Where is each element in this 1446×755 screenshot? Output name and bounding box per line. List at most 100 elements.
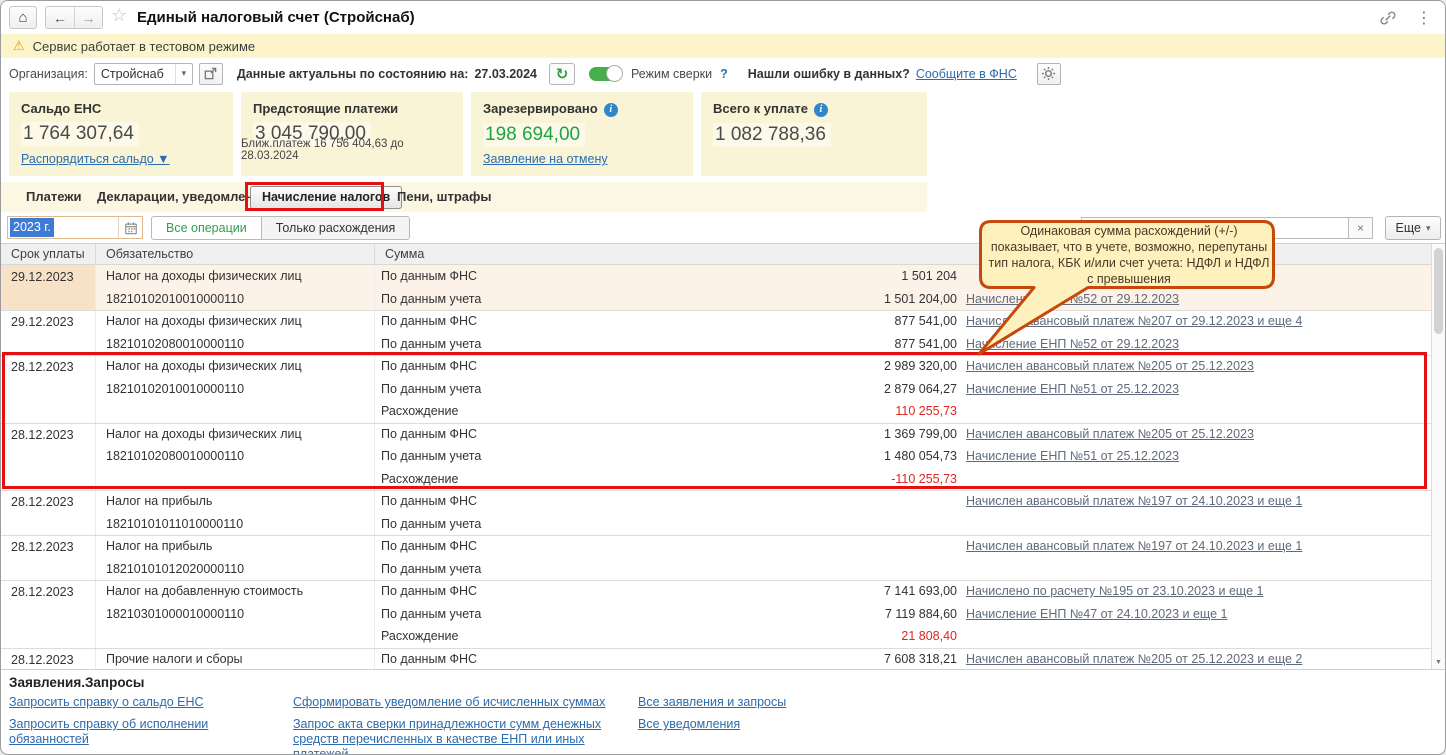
- segment-all-operations[interactable]: Все операции: [151, 216, 262, 240]
- segment-only-differences[interactable]: Только расхождения: [260, 216, 411, 240]
- obligation-empty-cell[interactable]: [96, 625, 375, 648]
- document-link[interactable]: Начислен авансовый платеж №205 от 25.12.…: [966, 355, 1254, 377]
- home-button[interactable]: ⌂: [9, 6, 37, 29]
- due-date-cell[interactable]: 28.12.2023: [1, 355, 96, 423]
- table-row-group[interactable]: 28.12.2023 Налог на прибыль По данным ФНС Н…: [1, 535, 1431, 580]
- footer-link[interactable]: Запросить справку о сальдо ЕНС: [9, 695, 279, 710]
- document-link[interactable]: Начислен авансовый платеж №207 от 29.12.…: [966, 310, 1302, 332]
- amount-cell[interactable]: По данным ФНС Начислен авансовый платеж №…: [375, 535, 1431, 558]
- calendar-icon-button[interactable]: [118, 217, 142, 238]
- help-question-icon[interactable]: ?: [720, 67, 728, 81]
- table-row-group[interactable]: 28.12.2023 Налог на доходы физических лиц…: [1, 422, 1431, 491]
- kbk-code-cell[interactable]: 18210101012020000110: [96, 557, 375, 580]
- more-button[interactable]: Еще ▾: [1385, 216, 1441, 240]
- menu-kebab-button[interactable]: ⋮: [1413, 7, 1435, 29]
- table-row-group[interactable]: 29.12.2023 Налог на доходы физических лиц…: [1, 265, 1431, 310]
- kbk-code-cell[interactable]: 18210101011010000110: [96, 512, 375, 535]
- kbk-code-cell[interactable]: 18210301000010000110: [96, 602, 375, 625]
- amount-cell[interactable]: По данным ФНС 877 541,00 Начислен авансовы…: [375, 310, 1431, 333]
- obligation-empty-cell[interactable]: [96, 467, 375, 490]
- col-header-due-date[interactable]: Срок уплаты: [1, 244, 96, 264]
- amount-cell[interactable]: Расхождение 110 255,73: [375, 400, 1431, 423]
- kbk-code-cell[interactable]: 18210102010010000110: [96, 377, 375, 400]
- amount-cell[interactable]: Расхождение -110 255,73: [375, 468, 1431, 491]
- amount-cell[interactable]: По данным учета 7 119 884,60 Начисление ЕН…: [375, 603, 1431, 626]
- table-row-group[interactable]: 28.12.2023 Прочие налоги и сборы По данным…: [1, 647, 1431, 670]
- back-button[interactable]: ←: [46, 7, 74, 28]
- obligation-name-cell[interactable]: Налог на добавленную стоимость: [96, 580, 375, 603]
- obligation-empty-cell[interactable]: [96, 400, 375, 423]
- due-date-cell[interactable]: 28.12.2023: [1, 422, 96, 490]
- info-icon[interactable]: i: [603, 103, 618, 117]
- document-link[interactable]: Начисление ЕНП №47 от 24.10.2023 и еще 1: [966, 603, 1227, 625]
- due-date-cell[interactable]: 29.12.2023: [1, 310, 96, 355]
- footer-link[interactable]: Запросить справку об исполнении обязанно…: [9, 717, 279, 747]
- amount-cell[interactable]: По данным ФНС 7 608 318,21 Начислен авансо…: [375, 648, 1431, 670]
- due-date-cell[interactable]: 29.12.2023: [1, 265, 96, 310]
- kbk-code-cell[interactable]: 18210102080010000110: [96, 445, 375, 468]
- refresh-button[interactable]: ↻: [549, 62, 575, 85]
- report-fns-link[interactable]: Сообщите в ФНС: [916, 67, 1017, 81]
- due-date-cell[interactable]: 28.12.2023: [1, 535, 96, 580]
- tab-tax-accrual[interactable]: Начисление налогов: [250, 186, 403, 209]
- amount-cell[interactable]: Расхождение 21 808,40: [375, 625, 1431, 648]
- footer-link[interactable]: Сформировать уведомление об исчисленных …: [293, 695, 633, 710]
- footer-link[interactable]: Все заявления и запросы: [638, 695, 858, 710]
- tab-payments[interactable]: Платежи: [26, 182, 81, 212]
- tab-penalties[interactable]: Пени, штрафы: [397, 182, 492, 212]
- due-date-cell[interactable]: 28.12.2023: [1, 580, 96, 648]
- amount-cell[interactable]: По данным ФНС 7 141 693,00 Начислено по ра…: [375, 580, 1431, 603]
- amount-cell[interactable]: По данным учета 2 879 064,27 Начисление ЕН…: [375, 378, 1431, 401]
- dispose-balance-link[interactable]: Распорядиться сальдо ▼: [21, 152, 170, 166]
- info-icon[interactable]: i: [813, 103, 828, 117]
- amount-cell[interactable]: По данным ФНС 1 501 204: [375, 265, 1431, 288]
- amount-cell[interactable]: По данным ФНС 2 989 320,00 Начислен авансо…: [375, 355, 1431, 378]
- chevron-down-icon[interactable]: ▾: [174, 63, 192, 84]
- col-header-amount[interactable]: Сумма: [375, 244, 1431, 264]
- search-input[interactable]: [1081, 217, 1349, 239]
- document-link[interactable]: Начисление ЕНП №51 от 25.12.2023: [966, 378, 1179, 400]
- obligation-name-cell[interactable]: Налог на прибыль: [96, 490, 375, 513]
- obligation-name-cell[interactable]: Налог на доходы физических лиц: [96, 422, 375, 445]
- document-link[interactable]: Начислен авансовый платеж №197 от 24.10.…: [966, 490, 1302, 512]
- due-date-cell[interactable]: 28.12.2023: [1, 647, 96, 669]
- kbk-code-cell[interactable]: 18210102080010000110: [96, 332, 375, 355]
- obligation-name-cell[interactable]: Налог на прибыль: [96, 535, 375, 558]
- forward-button[interactable]: →: [74, 7, 102, 28]
- tab-declarations[interactable]: Декларации, уведомления: [97, 182, 269, 212]
- document-link[interactable]: Начислен авансовый платеж №205 от 25.12.…: [966, 423, 1254, 445]
- amount-cell[interactable]: По данным ФНС Начислен авансовый платеж №…: [375, 490, 1431, 513]
- obligation-name-cell[interactable]: Прочие налоги и сборы: [96, 647, 375, 669]
- table-row-group[interactable]: 28.12.2023 Налог на прибыль По данным ФНС Н…: [1, 490, 1431, 535]
- amount-cell[interactable]: По данным учета 1 480 054,73 Начисление ЕН…: [375, 445, 1431, 468]
- amount-cell[interactable]: По данным учета 877 541,00 Начисление ЕНП …: [375, 333, 1431, 356]
- favorite-star-icon[interactable]: ☆: [111, 5, 127, 26]
- obligation-name-cell[interactable]: Налог на доходы физических лиц: [96, 265, 375, 288]
- table-row-group[interactable]: 29.12.2023 Налог на доходы физических лиц…: [1, 310, 1431, 355]
- document-link[interactable]: Начислен авансовый платеж №197 от 24.10.…: [966, 535, 1302, 557]
- vertical-scrollbar[interactable]: ▼: [1431, 244, 1445, 669]
- scrollbar-thumb[interactable]: [1434, 248, 1443, 334]
- amount-cell[interactable]: По данным учета: [375, 558, 1431, 581]
- document-link[interactable]: Начислен авансовый платеж №205 от 25.12.…: [966, 648, 1302, 670]
- document-link[interactable]: Начисление ЕНП №51 от 25.12.2023: [966, 445, 1179, 467]
- reconcile-mode-toggle[interactable]: [589, 64, 623, 82]
- col-header-obligation[interactable]: Обязательство: [96, 244, 375, 264]
- document-link[interactable]: Начисление ЕНП №52 от 29.12.2023: [966, 288, 1179, 310]
- period-input[interactable]: 2023 г.: [7, 216, 143, 239]
- get-link-button[interactable]: [1377, 7, 1399, 29]
- search-clear-button[interactable]: ×: [1348, 217, 1373, 239]
- amount-cell[interactable]: По данным ФНС 1 369 799,00 Начислен авансо…: [375, 423, 1431, 446]
- footer-link[interactable]: Все уведомления: [638, 717, 858, 732]
- document-link[interactable]: Начислено по расчету №195 от 23.10.2023 …: [966, 580, 1263, 602]
- footer-link[interactable]: Запрос акта сверки принадлежности сумм д…: [293, 717, 633, 754]
- amount-cell[interactable]: По данным учета 1 501 204,00 Начисление ЕН…: [375, 287, 1431, 310]
- amount-cell[interactable]: По данным учета: [375, 513, 1431, 536]
- document-link[interactable]: Начисление ЕНП №52 от 29.12.2023: [966, 333, 1179, 355]
- settings-gear-button[interactable]: [1036, 62, 1061, 85]
- obligation-name-cell[interactable]: Налог на доходы физических лиц: [96, 310, 375, 333]
- kbk-code-cell[interactable]: 18210102010010000110: [96, 287, 375, 310]
- table-row-group[interactable]: 28.12.2023 Налог на доходы физических лиц…: [1, 355, 1431, 423]
- organization-open-button[interactable]: [198, 62, 223, 85]
- scrollbar-down-arrow[interactable]: ▼: [1432, 659, 1445, 666]
